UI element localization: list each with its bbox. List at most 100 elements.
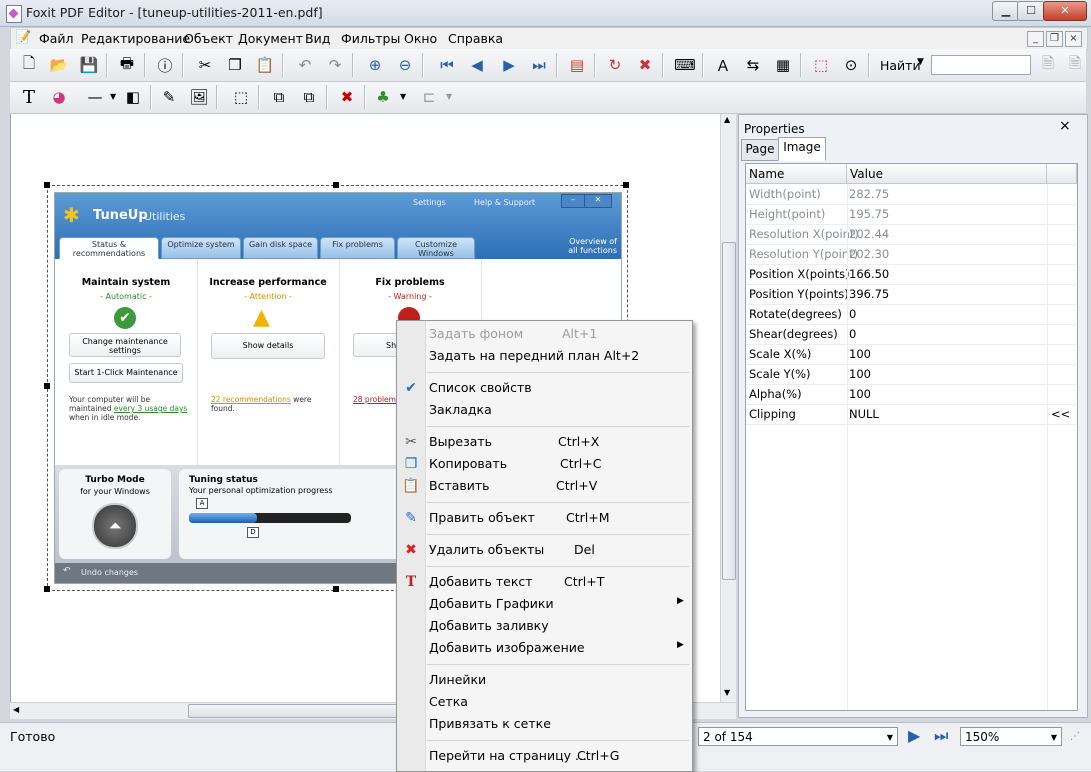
property-value[interactable]: 100: [849, 364, 871, 384]
align-icon[interactable]: ⊏: [418, 86, 440, 108]
print-icon[interactable]: 🖶: [116, 54, 138, 76]
menu-item-paste[interactable]: 📋 Вставить Ctrl+V: [397, 475, 692, 497]
menu-item-rulers[interactable]: Линейки: [397, 669, 692, 691]
menu-item-go-to-page[interactable]: Перейти на страницу ... Ctrl+G: [397, 745, 692, 767]
tab-page[interactable]: Page: [741, 139, 779, 161]
menu-item-add-image[interactable]: Добавить изображение ▶: [397, 637, 692, 659]
menu-item-bring-to-front[interactable]: Задать на передний план Alt+2: [397, 345, 692, 367]
column-header-name[interactable]: Name: [746, 164, 847, 184]
property-row[interactable]: Scale X(%) 100: [746, 344, 1077, 365]
menu-item-add-fill[interactable]: Добавить заливку: [397, 615, 692, 637]
property-row[interactable]: Scale Y(%) 100: [746, 364, 1077, 385]
property-row[interactable]: Resolution Y(point) 202.30: [746, 244, 1077, 265]
object-select-icon[interactable]: ⬚: [230, 86, 252, 108]
vertical-scroll-thumb[interactable]: [722, 242, 736, 580]
zoom-in-icon[interactable]: ⊕: [364, 54, 386, 76]
copy-icon[interactable]: ❐: [224, 54, 246, 76]
property-row[interactable]: Shear(degrees) 0: [746, 324, 1077, 345]
resize-handle[interactable]: [44, 383, 50, 389]
last-page-icon[interactable]: ⏭: [934, 726, 948, 746]
split-icon[interactable]: ▦: [772, 54, 794, 76]
text-tool-icon[interactable]: Ａ: [712, 54, 734, 76]
property-row[interactable]: Clipping NULL <<: [746, 404, 1077, 425]
first-page-icon[interactable]: ⏮: [436, 54, 458, 76]
mdi-minimize-button[interactable]: _: [1027, 31, 1044, 47]
last-page-icon[interactable]: ⏭: [528, 54, 550, 76]
mdi-close-button[interactable]: ×: [1065, 31, 1082, 47]
property-row[interactable]: Position Y(points) 396.75: [746, 284, 1077, 305]
menu-item-copy[interactable]: ❐ Копировать Ctrl+C: [397, 453, 692, 475]
property-row[interactable]: Resolution X(point) 202.44: [746, 224, 1077, 245]
menu-file[interactable]: Файл: [39, 31, 74, 46]
menu-help[interactable]: Справка: [448, 31, 503, 46]
menu-item-add-text[interactable]: T Добавить текст Ctrl+T: [397, 571, 692, 593]
resize-handle[interactable]: [333, 182, 339, 188]
property-row[interactable]: Width(point) 282.75: [746, 184, 1077, 205]
maximize-button[interactable]: ☐: [1017, 1, 1045, 21]
menu-item-properties-list[interactable]: ✔ Список свойств: [397, 377, 692, 399]
property-value[interactable]: 100: [849, 344, 871, 364]
page-number-combo[interactable]: 2 of 154 ▼: [698, 727, 898, 746]
menu-item-grid[interactable]: Сетка: [397, 691, 692, 713]
menu-document[interactable]: Документ: [238, 31, 303, 46]
property-value[interactable]: 0: [849, 304, 856, 324]
color-wheel-icon[interactable]: ◕: [48, 86, 70, 108]
align-dropdown-icon[interactable]: ▼: [446, 92, 452, 101]
property-row[interactable]: Alpha(%) 100: [746, 384, 1077, 405]
property-value[interactable]: 0: [849, 324, 856, 344]
property-value[interactable]: 166.50: [849, 264, 889, 284]
new-file-icon[interactable]: 🗋: [18, 54, 40, 76]
rotate-page-icon[interactable]: ↻: [604, 54, 626, 76]
info-icon[interactable]: ⓘ: [154, 54, 176, 76]
property-value[interactable]: 100: [849, 384, 871, 404]
property-row[interactable]: Height(point) 195.75: [746, 204, 1077, 225]
tab-image[interactable]: Image: [778, 137, 826, 161]
save-icon[interactable]: 💾: [78, 54, 100, 76]
delete-objects-icon[interactable]: ✖: [336, 86, 358, 108]
zoom-out-icon[interactable]: ⊖: [394, 54, 416, 76]
menu-item-bookmark[interactable]: Закладка: [397, 399, 692, 421]
compare-icon[interactable]: ⇆: [742, 54, 764, 76]
clipping-expand-button[interactable]: <<: [1051, 404, 1070, 424]
previous-page-icon[interactable]: ◀: [466, 54, 488, 76]
menu-item-cut[interactable]: ✂ Вырезать Ctrl+X: [397, 431, 692, 453]
scroll-left-icon[interactable]: ◀: [13, 705, 19, 714]
insert-page-icon[interactable]: ▤: [566, 54, 588, 76]
add-text-icon[interactable]: T: [18, 86, 40, 108]
find-options-icon[interactable]: ▼: [917, 57, 924, 67]
resize-grip-icon[interactable]: ⋰: [1070, 731, 1080, 742]
undo-icon[interactable]: ↶: [294, 54, 316, 76]
zoom-combo[interactable]: 150% ▼: [960, 727, 1062, 746]
properties-close-icon[interactable]: ×: [1059, 118, 1071, 134]
property-value[interactable]: 396.75: [849, 284, 889, 304]
menu-filters[interactable]: Фильтры: [341, 31, 400, 46]
minimize-button[interactable]: ▁: [992, 1, 1020, 21]
menu-edit[interactable]: Редактирование: [81, 31, 190, 46]
zoom-dropdown-icon[interactable]: ▼: [1051, 728, 1057, 747]
close-button[interactable]: ✕: [1043, 1, 1087, 21]
next-page-icon[interactable]: ▶: [908, 726, 920, 745]
keyboard-icon[interactable]: ⌨: [674, 54, 696, 76]
resize-handle[interactable]: [44, 182, 50, 188]
paste-icon[interactable]: 📋: [254, 54, 276, 76]
redo-icon[interactable]: ↷: [324, 54, 346, 76]
property-row[interactable]: Rotate(degrees) 0: [746, 304, 1077, 325]
menu-view[interactable]: Вид: [305, 31, 330, 46]
fill-icon[interactable]: ◧: [122, 86, 144, 108]
menu-item-snap-to-grid[interactable]: Привязать к сетке: [397, 713, 692, 735]
menu-window[interactable]: Окно: [404, 31, 437, 46]
open-folder-icon[interactable]: 📂: [48, 54, 70, 76]
resize-handle[interactable]: [44, 586, 50, 592]
export-icon[interactable]: ⬚: [810, 54, 832, 76]
resize-handle[interactable]: [623, 182, 629, 188]
column-header-value[interactable]: Value: [847, 164, 1047, 184]
resize-handle[interactable]: [333, 586, 339, 592]
line-style-icon[interactable]: —: [84, 86, 106, 108]
property-value[interactable]: NULL: [849, 404, 879, 424]
add-shapes-dropdown-icon[interactable]: ▼: [400, 92, 406, 101]
edit-image-icon[interactable]: 🖼: [188, 86, 210, 108]
find-prev-icon[interactable]: 🗎: [1037, 54, 1059, 76]
property-row[interactable]: Position X(points) 166.50: [746, 264, 1077, 285]
find-input[interactable]: [931, 55, 1031, 75]
delete-page-icon[interactable]: ✖: [634, 54, 656, 76]
